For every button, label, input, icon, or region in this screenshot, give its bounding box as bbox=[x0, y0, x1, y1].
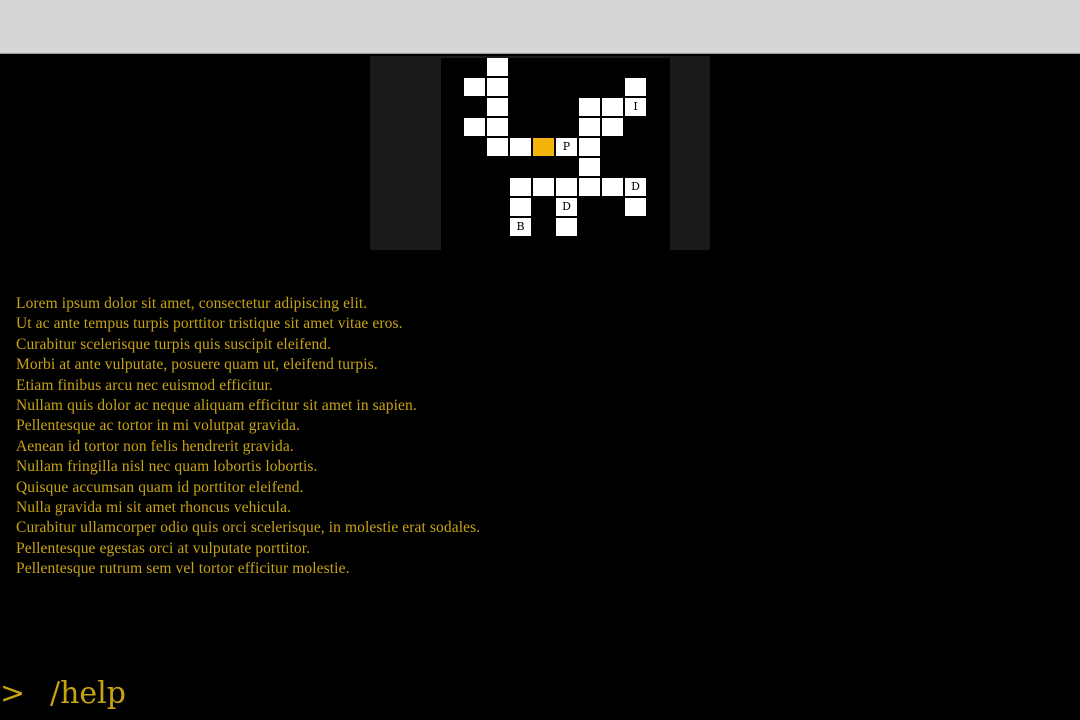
minimap-room-door-south: D bbox=[556, 198, 577, 216]
minimap-room bbox=[556, 218, 577, 236]
minimap-room bbox=[510, 138, 531, 156]
log-line: Ut ac ante tempus turpis porttitor trist… bbox=[16, 315, 403, 333]
minimap-room bbox=[602, 98, 623, 116]
minimap-room bbox=[602, 178, 623, 196]
minimap-room bbox=[579, 98, 600, 116]
minimap-room-door-east: D bbox=[625, 178, 646, 196]
minimap-room bbox=[487, 118, 508, 136]
minimap-room bbox=[510, 178, 531, 196]
log-line: Nullam fringilla nisl nec quam lobortis … bbox=[16, 458, 318, 476]
minimap-room bbox=[625, 78, 646, 96]
log-line: Nullam quis dolor ac neque aliquam effic… bbox=[16, 396, 417, 414]
minimap-room-item: I bbox=[625, 98, 646, 116]
log-line: Nulla gravida mi sit amet rhoncus vehicu… bbox=[16, 498, 292, 516]
minimap-room bbox=[510, 198, 531, 216]
log-line: Curabitur ullamcorper odio quis orci sce… bbox=[16, 519, 481, 537]
minimap-room-boss: B bbox=[510, 218, 531, 236]
minimap-room bbox=[487, 98, 508, 116]
minimap-grid: P I D B D bbox=[441, 58, 670, 250]
minimap: P I D B D bbox=[370, 56, 710, 250]
command-prompt: > bbox=[0, 672, 1080, 716]
log-line: Lorem ipsum dolor sit amet, consectetur … bbox=[16, 295, 368, 312]
minimap-room bbox=[487, 78, 508, 96]
minimap-room bbox=[602, 118, 623, 136]
minimap-room bbox=[579, 178, 600, 196]
minimap-player-marker bbox=[533, 138, 554, 156]
minimap-room bbox=[487, 58, 508, 76]
log-line: Pellentesque ac tortor in mi volutpat gr… bbox=[16, 417, 300, 435]
window-title-bar bbox=[0, 0, 1080, 54]
message-log: Lorem ipsum dolor sit amet, consectetur … bbox=[16, 294, 1056, 579]
minimap-room bbox=[487, 138, 508, 156]
log-line: Curabitur scelerisque turpis quis suscip… bbox=[16, 335, 332, 353]
minimap-room-player-label: P bbox=[556, 138, 577, 156]
minimap-room bbox=[579, 118, 600, 136]
minimap-room bbox=[533, 178, 554, 196]
log-line: Etiam finibus arcu nec euismod efficitur… bbox=[16, 376, 273, 394]
log-line: Aenean id tortor non felis hendrerit gra… bbox=[16, 437, 294, 455]
log-line: Quisque accumsan quam id porttitor eleif… bbox=[16, 478, 304, 496]
log-line: Pellentesque rutrum sem vel tortor effic… bbox=[16, 560, 350, 578]
minimap-room bbox=[579, 138, 600, 156]
log-line: Pellentesque egestas orci at vulputate p… bbox=[16, 539, 311, 557]
minimap-room bbox=[464, 78, 485, 96]
minimap-room bbox=[579, 158, 600, 176]
minimap-room bbox=[556, 178, 577, 196]
prompt-symbol: > bbox=[0, 676, 26, 711]
log-line: Morbi at ante vulputate, posuere quam ut… bbox=[16, 356, 378, 374]
minimap-room bbox=[625, 198, 646, 216]
command-input[interactable] bbox=[50, 672, 1060, 716]
minimap-room bbox=[464, 118, 485, 136]
